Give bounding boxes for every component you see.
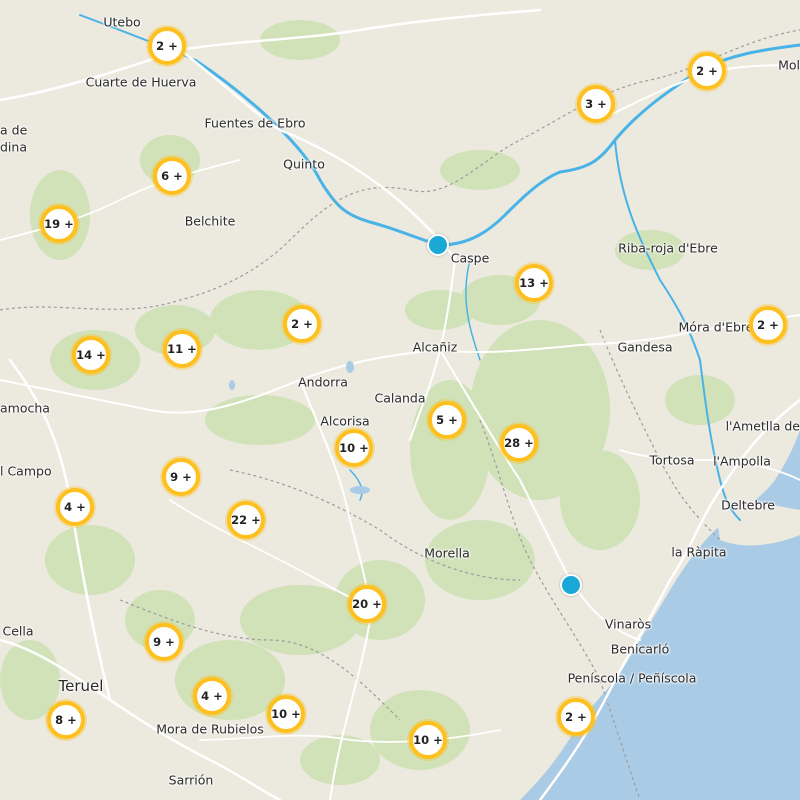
cluster-marker[interactable]: 2 + [283,305,321,343]
place-label-deltebre: Deltebre [721,497,775,513]
poi-marker-caspe[interactable] [427,234,449,256]
cluster-marker[interactable]: 10 + [335,429,373,467]
place-label-la-rapita: la Ràpita [671,544,727,560]
place-label-mora-debre: Móra d'Ebre [678,319,754,335]
place-label-caspe: Caspe [450,250,490,266]
place-label-alcorisa: Alcorisa [320,413,370,429]
place-label-quinto: Quinto [283,156,325,172]
place-label-utebo: Utebo [103,14,141,30]
place-label-teruel: Teruel [58,677,104,695]
cluster-marker[interactable]: 4 + [193,677,231,715]
cluster-marker[interactable]: 20 + [348,585,386,623]
cluster-marker[interactable]: 6 + [153,157,191,195]
cluster-marker[interactable]: 22 + [227,501,265,539]
cluster-marker[interactable]: 13 + [515,264,553,302]
map-canvas[interactable]: Utebo Cuarte de Huerva Fuentes de Ebro Q… [0,0,800,800]
cluster-marker[interactable]: 2 + [749,306,787,344]
cluster-marker[interactable]: 10 + [267,695,305,733]
place-label-mol: Mol [778,57,800,73]
place-label-calanda: Calanda [374,390,426,406]
place-label-campo: l Campo [0,463,52,479]
place-label-riba-roja-debre: Riba-roja d'Ebre [618,240,718,256]
place-label-fuentes-de-ebro: Fuentes de Ebro [204,115,306,131]
cluster-marker[interactable]: 5 + [428,401,466,439]
cluster-marker[interactable]: 2 + [688,52,726,90]
cluster-marker[interactable]: 9 + [162,458,200,496]
cluster-marker[interactable]: 19 + [40,205,78,243]
cluster-marker[interactable]: 2 + [557,698,595,736]
place-label-lampolla: l'Ampolla [713,453,771,469]
cluster-marker[interactable]: 2 + [148,27,186,65]
place-label-cella: Cella [2,623,34,639]
cluster-marker[interactable]: 28 + [500,424,538,462]
place-label-gandesa: Gandesa [617,339,673,355]
place-label-sarrion: Sarrión [168,772,214,788]
place-label-mora-de-rubielos: Mora de Rubielos [156,721,264,737]
place-label-amocha: amocha [0,400,50,416]
place-label-peniscola: Peníscola / Peñíscola [567,670,697,686]
cluster-marker[interactable]: 11 + [163,330,201,368]
poi-marker-maestrat[interactable] [560,574,582,596]
place-label-morella: Morella [424,545,470,561]
place-label-vinaros: Vinaròs [604,616,652,632]
place-label-ade: a de [0,122,28,138]
cluster-marker[interactable]: 8 + [47,701,85,739]
place-label-andorra: Andorra [298,374,348,390]
cluster-marker[interactable]: 14 + [72,336,110,374]
cluster-marker[interactable]: 4 + [56,488,94,526]
cluster-marker[interactable]: 10 + [409,721,447,759]
place-label-benicarlo: Benicarló [610,641,670,657]
place-label-dina: dina [0,139,27,155]
place-label-belchite: Belchite [184,213,236,229]
place-label-cuarte-de-huerva: Cuarte de Huerva [85,74,197,90]
cluster-marker[interactable]: 9 + [145,623,183,661]
place-label-alcaniz: Alcañiz [412,339,458,355]
cluster-marker[interactable]: 3 + [577,85,615,123]
place-label-lametlla-de-mar: l'Ametlla de [725,418,800,434]
place-label-tortosa: Tortosa [649,452,695,468]
